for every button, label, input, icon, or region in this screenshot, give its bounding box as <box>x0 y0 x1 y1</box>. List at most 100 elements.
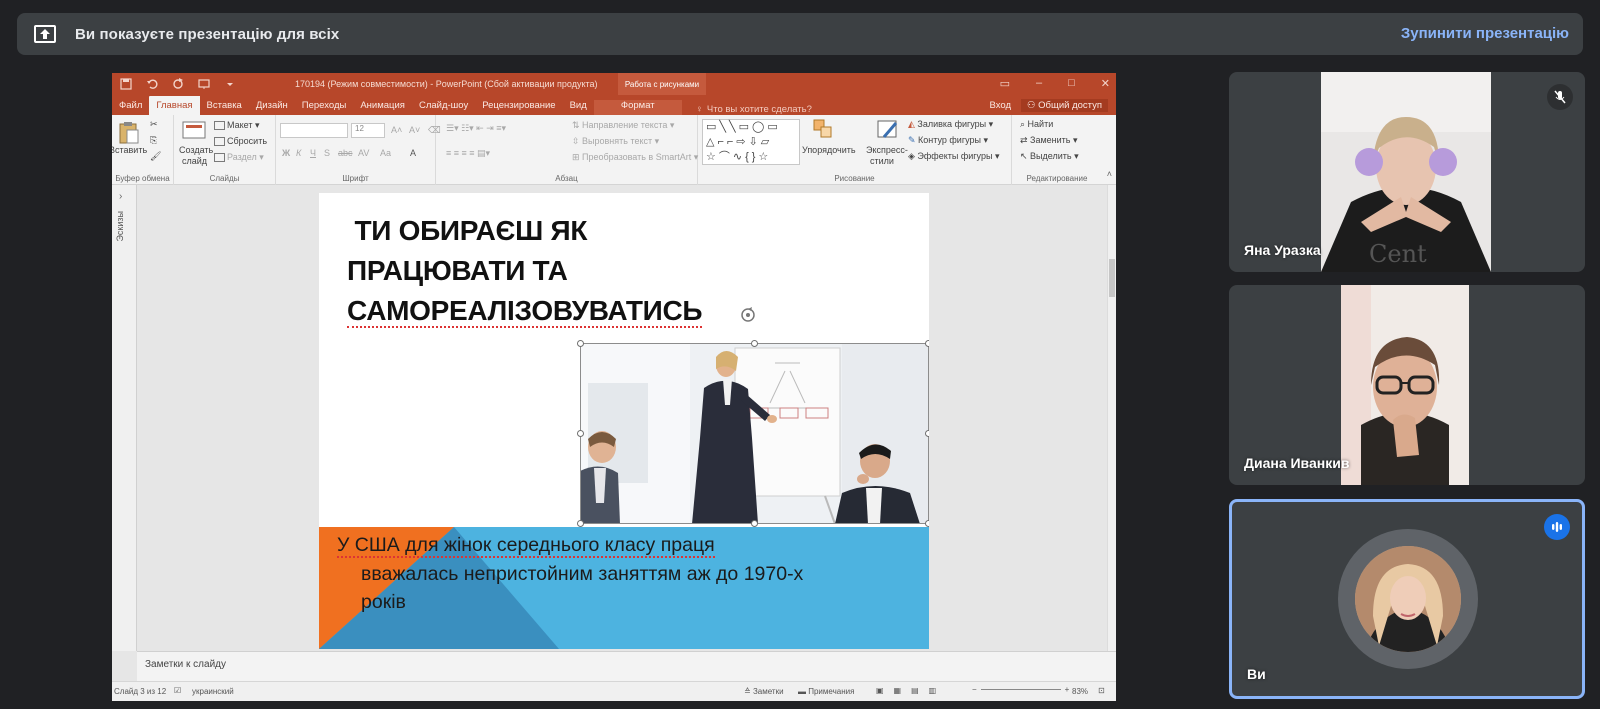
resize-handle-r[interactable] <box>925 430 929 437</box>
bullets-icon[interactable]: ☰▾ ☷▾ ⇤ ⇥ ≡▾ <box>446 123 506 134</box>
close-icon[interactable]: ✕ <box>1101 77 1110 90</box>
zoom-level[interactable]: 83% <box>1072 687 1088 696</box>
tab-file[interactable]: Файл <box>112 100 149 115</box>
image-selection-frame <box>580 343 929 524</box>
strike-button[interactable]: abc <box>338 148 353 158</box>
tab-format[interactable]: Формат <box>593 100 682 115</box>
shape-outline-button[interactable]: ✎ Контур фигуры ▾ <box>908 135 988 146</box>
slide-headline[interactable]: ТИ ОБИРАЄШ ЯК ПРАЦЮВАТИ ТА САМОРЕАЛІЗОВУ… <box>347 211 703 331</box>
rotate-handle-icon[interactable] <box>739 306 757 324</box>
quick-styles-button[interactable]: Экспресс- <box>866 145 908 155</box>
new-slide-button[interactable]: Создать <box>179 145 213 155</box>
zoom-slider[interactable]: − + <box>972 685 1069 694</box>
resize-handle-tl[interactable] <box>577 340 584 347</box>
arrange-icon[interactable] <box>813 119 835 141</box>
customize-toolbar-icon[interactable] <box>224 78 236 90</box>
shadow-button[interactable]: S <box>324 148 330 158</box>
ppt-titlebar: 170194 (Режим совместимости) - PowerPoin… <box>112 73 1116 95</box>
minimize-icon[interactable]: – <box>1036 77 1042 90</box>
notes-pane[interactable]: Заметки к слайду <box>137 651 1116 681</box>
view-buttons[interactable]: ▣▦▤▥ <box>876 686 946 695</box>
smartart-button[interactable]: ⊞ Преобразовать в SmartArt ▾ <box>572 152 698 163</box>
participant-tile-yana[interactable]: Cent Яна Уразка <box>1229 72 1585 272</box>
shape-fill-label: Заливка фигуры <box>917 119 987 129</box>
participant-tile-you[interactable]: Ви <box>1229 499 1585 699</box>
tell-me-box[interactable]: ♀ Что вы хотите сделать? <box>696 104 812 115</box>
select-button[interactable]: ↖ Выделить ▾ <box>1020 151 1079 162</box>
shrink-font-icon[interactable]: A˅ <box>409 125 420 135</box>
spacing-button[interactable]: AV <box>358 148 369 158</box>
participant-tile-diana[interactable]: Диана Иванкив <box>1229 285 1585 485</box>
fit-slide-icon[interactable]: ⊡ <box>1098 686 1105 695</box>
grow-font-icon[interactable]: A˄ <box>391 125 402 135</box>
align-text-button[interactable]: ⇳ Выровнять текст ▾ <box>572 136 659 147</box>
find-button[interactable]: ⌕ Найти <box>1020 119 1053 130</box>
paint-bucket-icon: ◭ <box>908 119 918 129</box>
replace-button[interactable]: ⇄ Заменить ▾ <box>1020 135 1078 146</box>
stop-presenting-button[interactable]: Зупинити презентацію <box>1401 25 1569 42</box>
spellcheck-icon[interactable]: ☑ <box>174 686 181 695</box>
ribbon-display-icon[interactable]: ▭ <box>1000 77 1010 90</box>
slide-body-text[interactable]: У США для жінок середнього класу праця в… <box>337 531 803 617</box>
italic-button[interactable]: К <box>296 148 301 158</box>
underline-button[interactable]: Ч <box>310 148 316 158</box>
layout-button[interactable]: Макет ▾ <box>214 120 260 131</box>
tab-transitions[interactable]: Переходы <box>295 100 354 115</box>
thumbnails-pane[interactable]: › Эскизы <box>112 185 137 651</box>
cursor-icon: ↖ <box>1020 151 1031 161</box>
comments-toggle[interactable]: ▬ Примечания <box>798 687 854 696</box>
resize-handle-tr[interactable] <box>925 340 929 347</box>
tab-insert[interactable]: Вставка <box>200 100 249 115</box>
text-direction-button[interactable]: ⇅ Направление текста ▾ <box>572 120 674 131</box>
change-case-button[interactable]: Aa <box>380 148 391 158</box>
undo-icon[interactable] <box>146 78 158 90</box>
section-label: Раздел <box>227 152 257 162</box>
copy-icon[interactable]: ⎘ <box>150 135 157 146</box>
sign-in-link[interactable]: Вход <box>990 100 1012 111</box>
notes-icon: ≙ <box>744 687 753 696</box>
chevron-right-icon[interactable]: › <box>119 191 122 202</box>
share-button[interactable]: ⚇ Общий доступ <box>1021 99 1108 112</box>
tab-home[interactable]: Главная <box>149 96 200 115</box>
bold-button[interactable]: Ж <box>282 148 290 158</box>
paste-button[interactable]: Вставить <box>112 145 147 155</box>
paste-icon[interactable] <box>118 121 140 145</box>
save-icon[interactable] <box>120 78 132 90</box>
resize-handle-t[interactable] <box>751 340 758 347</box>
tab-design[interactable]: Дизайн <box>249 100 295 115</box>
language-indicator[interactable]: украинский <box>192 687 234 696</box>
reset-button[interactable]: Сбросить <box>214 136 267 147</box>
slide-canvas[interactable]: ТИ ОБИРАЄШ ЯК ПРАЦЮВАТИ ТА САМОРЕАЛІЗОВУ… <box>319 193 929 649</box>
format-painter-icon[interactable]: 🖌 <box>150 151 161 162</box>
font-color-button[interactable]: A <box>410 148 416 158</box>
effects-icon: ◈ <box>908 151 918 161</box>
resize-handle-b[interactable] <box>751 520 758 527</box>
shapes-gallery[interactable]: ▭╲╲▭◯▭ △⌐⌐⇨⇩▱ ☆⌒∿{}☆ <box>702 119 800 165</box>
shape-effects-button[interactable]: ◈ Эффекты фигуры ▾ <box>908 151 999 162</box>
font-family-field[interactable] <box>280 123 348 138</box>
resize-handle-bl[interactable] <box>577 520 584 527</box>
resize-handle-br[interactable] <box>925 520 929 527</box>
tab-animations[interactable]: Анимация <box>353 100 412 115</box>
tab-slideshow[interactable]: Слайд-шоу <box>412 100 475 115</box>
section-button[interactable]: Раздел ▾ <box>214 152 264 163</box>
align-icons[interactable]: ≡ ≡ ≡ ≡ ▤▾ <box>446 148 490 159</box>
magnifier-icon: ⌕ <box>1020 119 1028 129</box>
notes-toggle[interactable]: ≙ Заметки <box>744 687 784 696</box>
tab-review[interactable]: Рецензирование <box>475 100 562 115</box>
quick-styles-icon[interactable] <box>876 119 900 141</box>
presentation-banner: Ви показуєте презентацію для всіх Зупини… <box>17 13 1583 55</box>
new-slide-icon[interactable] <box>182 120 206 140</box>
vertical-scrollbar[interactable] <box>1107 185 1116 651</box>
redo-icon[interactable] <box>172 78 184 90</box>
tab-view[interactable]: Вид <box>563 100 594 115</box>
arrange-button[interactable]: Упорядочить <box>802 145 856 155</box>
maximize-icon[interactable]: □ <box>1068 77 1075 90</box>
cut-icon[interactable]: ✂ <box>150 119 158 130</box>
slideshow-icon[interactable] <box>198 78 210 90</box>
scrollbar-thumb[interactable] <box>1109 259 1115 297</box>
shape-fill-button[interactable]: ◭ Заливка фигуры ▾ <box>908 119 993 130</box>
font-size-field[interactable]: 12 <box>351 123 385 138</box>
resize-handle-l[interactable] <box>577 430 584 437</box>
collapse-ribbon-icon[interactable]: ˄ <box>1107 169 1112 179</box>
